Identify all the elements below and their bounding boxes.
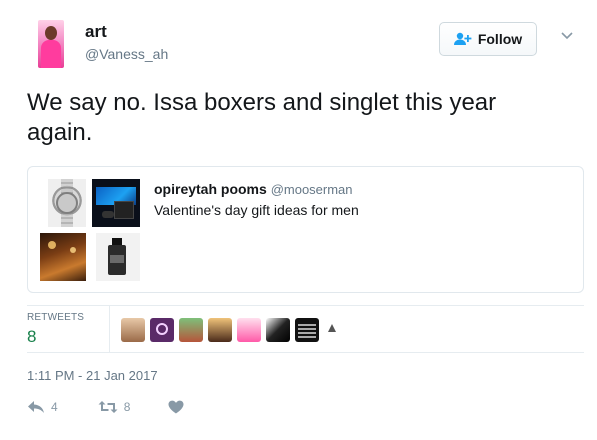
retweeter-avatar[interactable]	[150, 318, 174, 342]
user-names: art @Vaness_ah	[85, 22, 168, 62]
retweet-icon	[98, 401, 118, 413]
divider	[27, 352, 584, 353]
tweet-timestamp[interactable]: 1:11 PM - 21 Jan 2017	[27, 368, 158, 383]
follow-user-icon	[453, 32, 472, 45]
display-name[interactable]: art	[85, 22, 168, 42]
watch-image	[48, 179, 86, 227]
tweet-header: art @Vaness_ah Follow	[38, 18, 579, 72]
quoted-text: Valentine's day gift ideas for men	[154, 202, 359, 218]
quoted-handle: @mooserman	[270, 182, 353, 197]
retweeter-avatar[interactable]	[295, 318, 319, 342]
chevron-down-icon[interactable]	[561, 32, 573, 40]
user-avatar[interactable]	[38, 20, 64, 68]
retweet-count: 8	[123, 400, 131, 414]
restaurant-image	[40, 233, 86, 281]
like-button[interactable]	[168, 400, 184, 414]
tweet-actions: 4 8	[27, 400, 184, 414]
retweeter-avatars	[121, 318, 348, 342]
reply-icon	[28, 401, 44, 413]
retweet-button[interactable]: 8	[98, 400, 131, 414]
retweeter-avatar[interactable]	[208, 318, 232, 342]
follow-button[interactable]: Follow	[439, 22, 537, 56]
quoted-display-name: opireytah pooms	[154, 181, 267, 197]
heart-icon	[168, 400, 184, 414]
perfume-image	[96, 233, 140, 281]
console-image	[92, 179, 140, 227]
retweeter-avatar[interactable]	[237, 318, 261, 342]
divider	[27, 305, 584, 306]
reply-count: 4	[51, 400, 58, 414]
tweet-text: We say no. Issa boxers and singlet this …	[27, 89, 497, 146]
retweeter-avatar[interactable]	[121, 318, 145, 342]
retweeter-avatar[interactable]	[179, 318, 203, 342]
retweeter-avatar[interactable]	[324, 318, 348, 342]
stats-divider	[109, 306, 110, 352]
quoted-user: opireytah pooms @mooserman	[154, 181, 353, 197]
reply-button[interactable]: 4	[27, 400, 58, 414]
retweets-stat[interactable]: RETWEETS 8	[27, 312, 84, 347]
retweets-count: 8	[27, 327, 37, 346]
retweeter-avatar[interactable]	[266, 318, 290, 342]
follow-label: Follow	[477, 31, 523, 47]
user-handle[interactable]: @Vaness_ah	[85, 46, 168, 62]
retweets-label: RETWEETS	[27, 312, 85, 323]
quoted-tweet-card[interactable]: opireytah pooms @mooserman Valentine's d…	[27, 166, 584, 293]
